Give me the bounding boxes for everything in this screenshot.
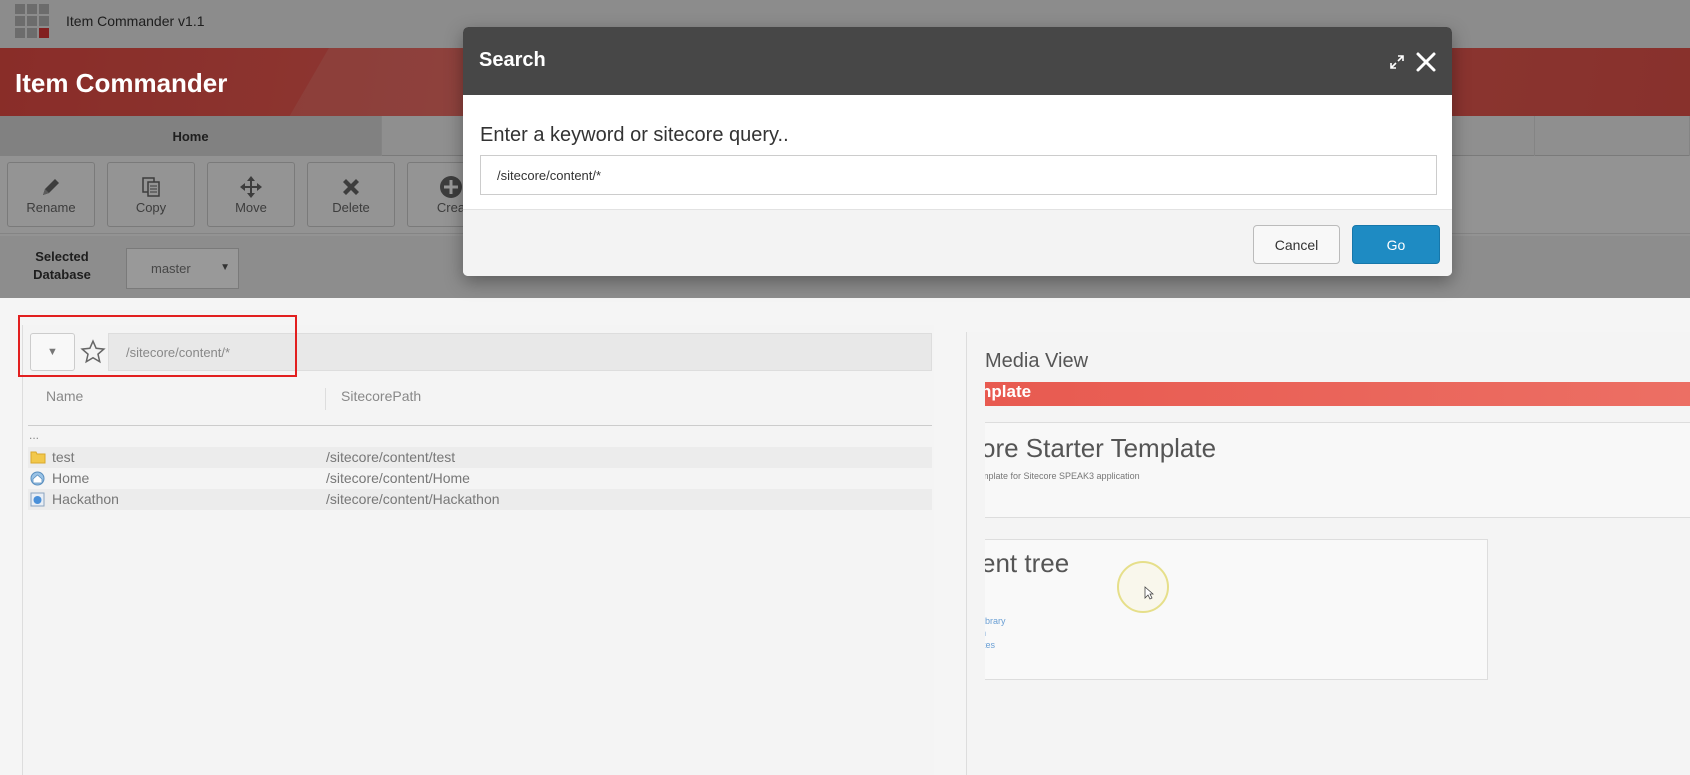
page-globe-icon [30, 492, 45, 507]
table-row[interactable]: Hackathon /sitecore/content/Hackathon [28, 489, 932, 510]
preview-card-heading: ent tree [985, 548, 1070, 578]
preview-card-links: library n ites [985, 615, 1006, 651]
mouse-cursor-icon [1144, 586, 1155, 603]
cancel-button[interactable]: Cancel [1253, 225, 1340, 264]
row-name: test [52, 449, 75, 465]
table-row[interactable]: Home /sitecore/content/Home [28, 468, 932, 489]
query-prompt: Enter a keyword or sitecore query.. [480, 124, 789, 146]
preview-banner: nplate [985, 382, 1690, 406]
expand-icon[interactable] [1388, 53, 1406, 71]
banner-title: Item Commander [15, 68, 228, 98]
go-button[interactable]: Go [1352, 225, 1440, 264]
column-separator [325, 388, 326, 410]
column-header-name[interactable]: Name [46, 388, 83, 404]
home-globe-icon [30, 471, 45, 486]
table-row[interactable]: test /sitecore/content/test [28, 447, 932, 468]
preview-heading: ore Starter Template [985, 433, 1217, 463]
close-icon[interactable] [1415, 51, 1437, 73]
column-header-sitecorepath[interactable]: SitecorePath [341, 388, 421, 404]
search-dialog: Search Enter a keyword or sitecore query… [463, 27, 1452, 276]
parent-row[interactable]: ... [29, 428, 39, 442]
preview-link[interactable]: ites [985, 639, 1006, 651]
query-input[interactable]: /sitecore/content/* [480, 155, 1437, 195]
item-list-pane [22, 325, 934, 775]
media-view-title: Media View [985, 350, 1089, 372]
media-view-pane: Media View nplate ore Starter Template m… [966, 332, 1690, 775]
cursor-highlight [1117, 561, 1169, 613]
preview-banner-text: nplate [985, 382, 1032, 401]
media-preview: nplate ore Starter Template mplate for S… [985, 382, 1690, 775]
header-divider [28, 425, 932, 426]
preview-link[interactable]: n [985, 627, 1006, 639]
preview-subheading: mplate for Sitecore SPEAK3 application [985, 471, 1140, 481]
dialog-footer: Cancel Go [463, 209, 1452, 276]
row-path: /sitecore/content/Hackathon [326, 491, 500, 507]
highlight-box [18, 315, 297, 377]
row-name: Home [52, 470, 90, 486]
row-path: /sitecore/content/Home [326, 470, 470, 486]
folder-icon [30, 450, 46, 464]
row-name: Hackathon [52, 491, 119, 507]
dialog-title: Search [479, 49, 546, 71]
preview-link[interactable]: library [985, 615, 1006, 627]
dialog-header: Search [463, 27, 1452, 95]
row-path: /sitecore/content/test [326, 449, 456, 465]
preview-card: ent tree * library n ites [985, 539, 1488, 680]
preview-header-box: ore Starter Template mplate for Sitecore… [985, 422, 1690, 518]
